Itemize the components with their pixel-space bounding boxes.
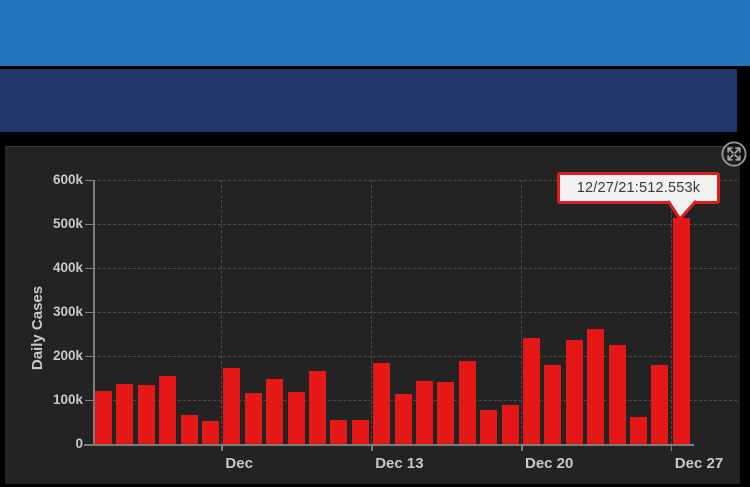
chart-bar[interactable] xyxy=(223,368,240,444)
nav-bar xyxy=(0,69,737,132)
x-axis-line xyxy=(84,444,694,446)
x-gridline xyxy=(371,180,372,444)
y-tick-label: 500k xyxy=(23,216,83,231)
x-tick-label: Dec 13 xyxy=(375,455,423,472)
y-gridline xyxy=(93,312,737,313)
chart-bar[interactable] xyxy=(245,393,262,444)
top-header-bar xyxy=(0,0,750,66)
app-screen: Daily Cases 0 100k 200k 300k 400k 500k 600k Dec… xyxy=(0,0,750,487)
chart-bar[interactable] xyxy=(330,420,347,444)
y-tick-mark xyxy=(85,180,93,182)
y-tick-mark xyxy=(85,312,93,314)
tooltip-text: 12/27/21:512.553k xyxy=(577,180,701,196)
chart-bar[interactable] xyxy=(116,384,133,444)
chart-bar[interactable] xyxy=(138,385,155,444)
chart-bar[interactable] xyxy=(587,329,604,444)
y-tick-label: 300k xyxy=(23,304,83,319)
y-tick-mark xyxy=(85,268,93,270)
chart-bar[interactable] xyxy=(480,410,497,444)
chart-bar[interactable] xyxy=(395,394,412,444)
y-gridline xyxy=(93,224,737,225)
chart-bar[interactable] xyxy=(609,345,626,444)
expand-arrows-icon[interactable] xyxy=(721,141,747,167)
chart-panel: Daily Cases 0 100k 200k 300k 400k 500k 600k Dec… xyxy=(5,146,740,484)
x-tick-label: Dec xyxy=(225,455,253,472)
y-tick-label: 0 xyxy=(23,436,83,451)
x-gridline xyxy=(221,180,222,444)
x-tick-label: Dec 20 xyxy=(525,455,573,472)
chart-bar[interactable] xyxy=(373,363,390,444)
y-tick-label: 200k xyxy=(23,348,83,363)
x-tick-label: Dec 27 xyxy=(675,455,723,472)
chart-bar[interactable] xyxy=(288,392,305,444)
tooltip-pointer-icon xyxy=(660,195,710,227)
chart-bar[interactable] xyxy=(437,382,454,444)
y-tick-label: 600k xyxy=(23,172,83,187)
chart-bar[interactable] xyxy=(416,381,433,444)
chart-bar[interactable] xyxy=(181,415,198,444)
chart-bar[interactable] xyxy=(459,361,476,444)
chart-bar[interactable] xyxy=(159,376,176,444)
y-axis-title: Daily Cases xyxy=(29,267,49,389)
y-tick-mark xyxy=(85,400,93,402)
chart-bar[interactable] xyxy=(651,365,668,444)
y-gridline xyxy=(93,268,737,269)
y-gridline xyxy=(93,356,737,357)
chart-bar[interactable] xyxy=(502,405,519,444)
y-tick-label: 400k xyxy=(23,260,83,275)
chart-bar[interactable] xyxy=(673,218,690,444)
x-gridline xyxy=(521,180,522,444)
chart-bar[interactable] xyxy=(266,379,283,444)
y-gridline xyxy=(93,400,737,401)
y-tick-mark xyxy=(85,224,93,226)
y-tick-label: 100k xyxy=(23,392,83,407)
chart-bar[interactable] xyxy=(202,421,219,444)
chart-bar[interactable] xyxy=(523,338,540,444)
chart-bar[interactable] xyxy=(566,340,583,444)
chart-bar[interactable] xyxy=(544,365,561,444)
chart-bar[interactable] xyxy=(309,371,326,444)
chart-bar[interactable] xyxy=(352,420,369,444)
chart-bar[interactable] xyxy=(630,417,647,444)
chart-bar[interactable] xyxy=(95,391,112,444)
y-tick-mark xyxy=(85,356,93,358)
